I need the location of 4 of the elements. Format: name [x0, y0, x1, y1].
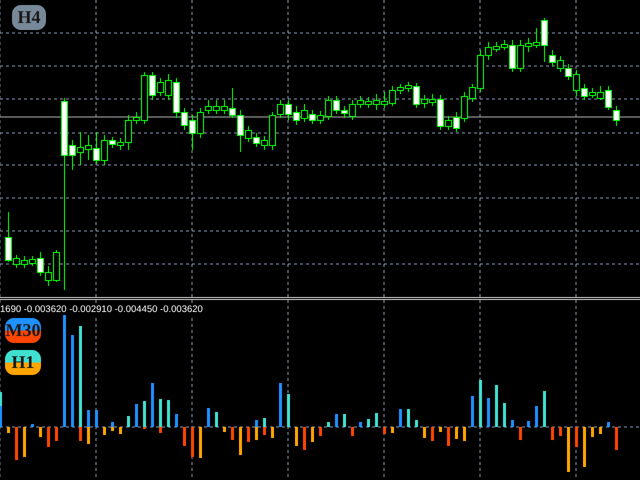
timeframe-badge: H4	[12, 5, 46, 30]
timeframe-badge: H1	[5, 350, 41, 375]
indicator-values: 1690 -0.003620 -0.002910 -0.004450 -0.003620	[0, 304, 205, 315]
timeframe-badge: M30	[5, 318, 41, 343]
